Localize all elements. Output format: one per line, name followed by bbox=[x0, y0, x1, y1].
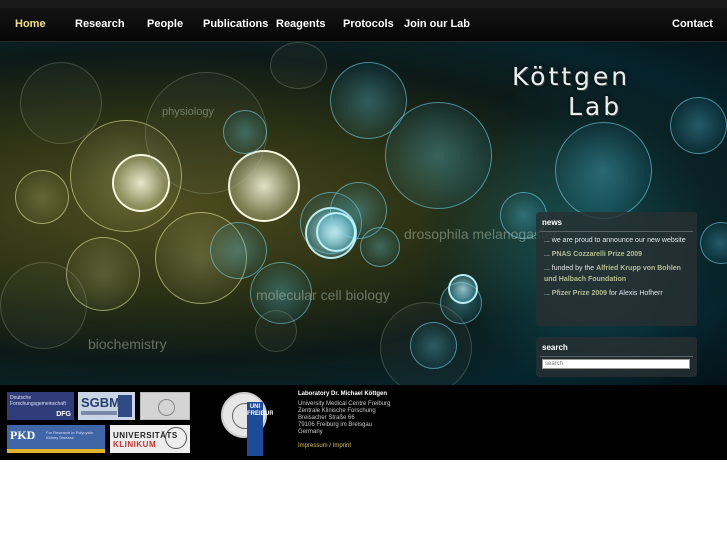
hero-word-biochemistry: biochemistry bbox=[88, 336, 167, 352]
hero-bubble bbox=[223, 110, 267, 154]
hero-word-cell-biology: molecular cell biology bbox=[256, 287, 390, 303]
site-frame: Home Research People Publications Reagen… bbox=[0, 0, 727, 460]
hero-bubble bbox=[15, 170, 69, 224]
nav-reagents[interactable]: Reagents bbox=[276, 8, 326, 41]
lab-logo-line1: Köttgen bbox=[512, 62, 631, 91]
dfg-line2: Forschungsgemeinschaft bbox=[10, 401, 66, 407]
search-title: search bbox=[542, 343, 568, 352]
hero-bubble bbox=[385, 102, 492, 209]
address-title: Laboratory Dr. Michael Köttgen bbox=[298, 391, 388, 397]
hero-word-physiology: physiology bbox=[162, 106, 214, 118]
nav-research[interactable]: Research bbox=[75, 8, 125, 41]
address-line: Zentrale Klinische Forschung bbox=[298, 408, 376, 414]
uni-freiburg-bar: UNI FREIBURG bbox=[247, 402, 273, 456]
nav-join-our-lab[interactable]: Join our Lab bbox=[404, 8, 470, 41]
sgbm-subline bbox=[81, 411, 117, 415]
uk-text-b: KLINIKUM bbox=[113, 440, 157, 449]
news-list: ... we are proud to announce our new web… bbox=[544, 235, 694, 302]
emblem-circle bbox=[158, 399, 175, 416]
top-strip bbox=[0, 0, 727, 8]
address-line: Germany bbox=[298, 429, 323, 435]
dfg-abbr: DFG bbox=[56, 411, 71, 418]
hero-bubble bbox=[670, 97, 727, 154]
pkd-subtext: For Research in Polycystic Kidney Diseas… bbox=[46, 430, 94, 440]
nav-people[interactable]: People bbox=[147, 8, 183, 41]
news-item[interactable]: ... funded by the Alfried Krupp von Bohl… bbox=[544, 263, 694, 285]
hero-bubble bbox=[0, 262, 87, 349]
hero-word-drosophila: drosophila melanogaster bbox=[404, 226, 558, 242]
pkd-text: PKD bbox=[10, 428, 36, 442]
university-clinic-logo[interactable]: UNIVERSITÄTS KLINIKUM bbox=[110, 425, 190, 453]
address-line: University Medical Centre Freiburg bbox=[298, 401, 391, 407]
impressum-link[interactable]: Impressum / Imprint bbox=[298, 443, 498, 449]
nav-protocols[interactable]: Protocols bbox=[343, 8, 394, 41]
search-panel: search bbox=[536, 337, 697, 377]
main-navigation: Home Research People Publications Reagen… bbox=[0, 8, 727, 42]
hero-bubble bbox=[555, 122, 652, 219]
address-line: Breisacher Straße 66 bbox=[298, 415, 355, 421]
news-item[interactable]: ... Pfizer Prize 2009 for Alexis Hofherr bbox=[544, 288, 694, 299]
news-item[interactable]: ... we are proud to announce our new web… bbox=[544, 235, 694, 246]
uni-freiburg-text: UNI FREIBURG bbox=[247, 404, 273, 417]
search-divider bbox=[540, 356, 693, 357]
lab-address: Laboratory Dr. Michael Köttgen Universit… bbox=[298, 391, 498, 449]
nav-contact[interactable]: Contact bbox=[672, 8, 713, 41]
nav-home[interactable]: Home bbox=[15, 8, 46, 41]
news-item[interactable]: ... PNAS Cozzarelli Prize 2009 bbox=[544, 249, 694, 260]
address-line: 79106 Freiburg im Breisgau bbox=[298, 422, 373, 428]
lab-logo-line2: Lab bbox=[568, 92, 623, 121]
partner-emblem-logo[interactable] bbox=[140, 392, 190, 420]
sgbm-logo[interactable]: SGBM bbox=[78, 392, 135, 420]
hero-bubble bbox=[448, 274, 478, 304]
hero-bubble bbox=[270, 42, 327, 89]
dfg-logo[interactable]: Deutsche Forschungsgemeinschaft DFG bbox=[7, 392, 74, 420]
hero-bubble bbox=[316, 212, 356, 252]
sgbm-text: SGBM bbox=[81, 395, 120, 410]
news-divider bbox=[540, 231, 693, 232]
pkd-foundation-logo[interactable]: PKD For Research in Polycystic Kidney Di… bbox=[7, 425, 105, 453]
search-input[interactable] bbox=[542, 359, 690, 369]
footer: Deutsche Forschungsgemeinschaft DFG SGBM … bbox=[0, 385, 727, 460]
hero-bubble bbox=[255, 310, 297, 352]
hero-bubble bbox=[410, 322, 457, 369]
news-title: news bbox=[542, 218, 563, 227]
uni-freiburg-logo[interactable]: UNI FREIBURG bbox=[221, 392, 273, 456]
hero-bubble bbox=[360, 227, 400, 267]
sgbm-mark bbox=[118, 395, 132, 417]
news-panel: news ... we are proud to announce our ne… bbox=[536, 212, 697, 326]
nav-publications[interactable]: Publications bbox=[203, 8, 268, 41]
uk-seal-icon bbox=[165, 427, 187, 449]
